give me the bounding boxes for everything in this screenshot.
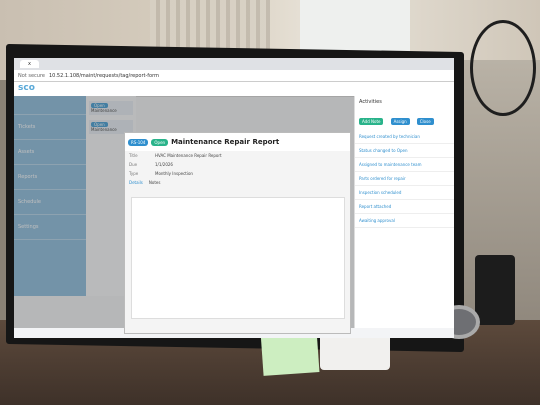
activity-title: Activities bbox=[359, 99, 382, 105]
modal-tabs: Details Notes bbox=[125, 178, 350, 187]
activity-item[interactable]: Awaiting approval bbox=[355, 214, 454, 228]
url-text[interactable]: 10.52.1.108/maint/requests/tag/report-fo… bbox=[49, 73, 159, 79]
activity-item[interactable]: Parts ordered for repair bbox=[355, 172, 454, 186]
field-value[interactable]: Monthly Inspection bbox=[155, 171, 193, 176]
browser-tab[interactable]: x bbox=[20, 60, 39, 68]
tab-notes[interactable]: Notes bbox=[149, 180, 161, 185]
activity-item[interactable]: Status changed to Open bbox=[355, 144, 454, 158]
cable bbox=[470, 20, 536, 116]
modal-field: Due 1/1/2026 bbox=[125, 160, 350, 169]
assign-button[interactable]: Assign bbox=[390, 118, 410, 125]
activity-item[interactable]: Request created by technician bbox=[355, 130, 454, 144]
modal-field: Type Monthly Inspection bbox=[125, 169, 350, 178]
modal-fields: Title HVAC Maintenance Repair Report Due 1/… bbox=[125, 151, 350, 178]
activity-item[interactable]: Assigned to maintenance team bbox=[355, 158, 454, 172]
report-modal: RS-104 Open Maintenance Repair Report Ti… bbox=[124, 132, 351, 334]
address-bar[interactable]: Not secure 10.52.1.108/maint/requests/ta… bbox=[14, 70, 454, 82]
field-value[interactable]: 1/1/2026 bbox=[155, 162, 173, 167]
activity-panel: Activities Add Note Assign Close Request… bbox=[354, 96, 454, 328]
tab-details[interactable]: Details bbox=[129, 180, 143, 185]
modal-body bbox=[131, 197, 345, 319]
modal-header: RS-104 Open Maintenance Repair Report bbox=[125, 133, 350, 151]
activity-list: Request created by technician Status chan… bbox=[355, 130, 454, 228]
activity-item[interactable]: Inspection scheduled bbox=[355, 186, 454, 200]
app-logo: sco bbox=[18, 83, 35, 93]
browser-tabs: x bbox=[14, 58, 454, 70]
app-topbar: sco bbox=[14, 82, 454, 97]
field-value[interactable]: HVAC Maintenance Repair Report bbox=[155, 153, 222, 158]
status-badge: Open bbox=[151, 138, 169, 146]
app-window: sco Tickets Assets Reports Schedule Settings… bbox=[14, 82, 454, 338]
modal-title: Maintenance Repair Report bbox=[171, 138, 280, 146]
pen-holder bbox=[475, 255, 515, 325]
field-label: Due bbox=[129, 162, 138, 167]
add-note-button[interactable]: Add Note bbox=[359, 118, 384, 125]
activity-actions: Add Note Assign Close bbox=[355, 108, 454, 130]
security-label: Not secure bbox=[18, 72, 45, 79]
modal-field: Title HVAC Maintenance Repair Report bbox=[125, 151, 350, 160]
ticket-id-badge: RS-104 bbox=[128, 138, 149, 146]
close-button[interactable]: Close bbox=[416, 118, 434, 125]
window-light bbox=[300, 0, 410, 55]
field-label: Type bbox=[129, 171, 139, 176]
activity-item[interactable]: Report attached bbox=[355, 200, 454, 214]
field-label: Title bbox=[129, 153, 138, 158]
monitor-screen: x Not secure 10.52.1.108/maint/requests/… bbox=[14, 58, 454, 338]
